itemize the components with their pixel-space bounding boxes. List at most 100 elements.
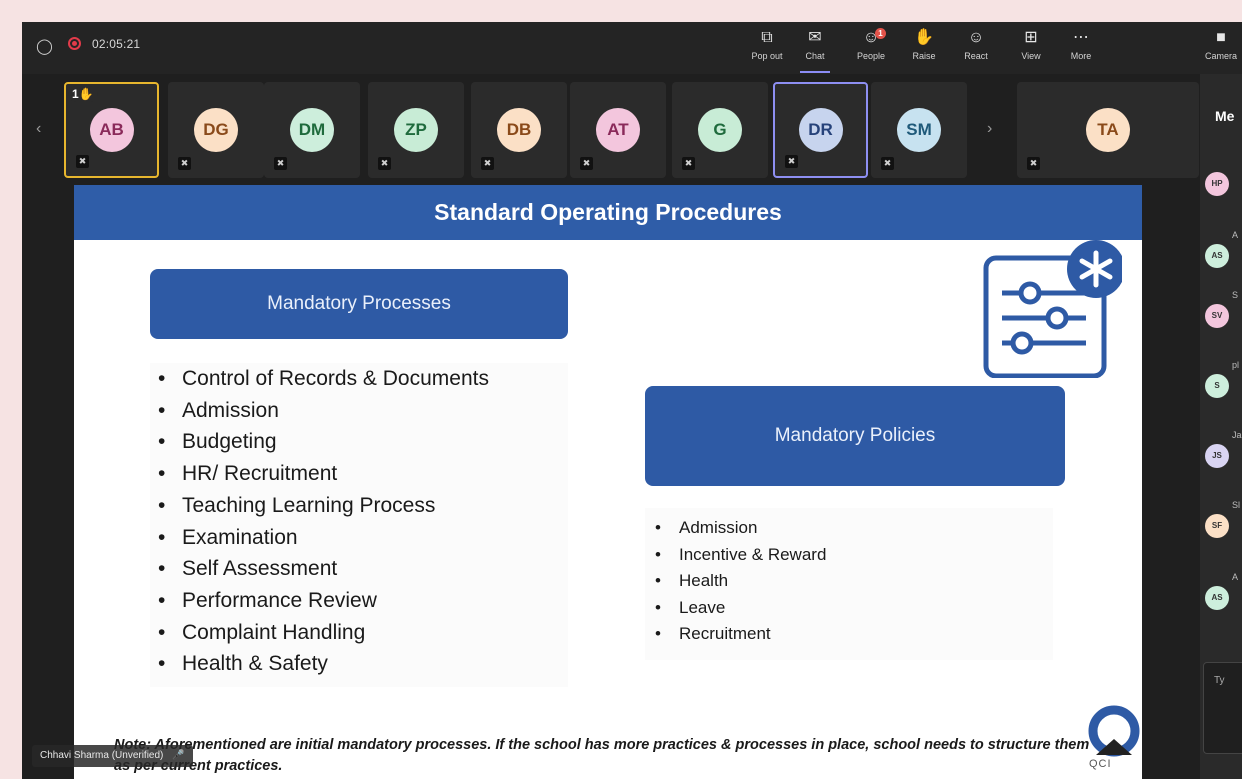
chat-icon: ✉: [808, 29, 822, 46]
raised-hand-indicator: 1✋: [68, 86, 98, 102]
list-item: Health & Safety: [150, 648, 568, 680]
slide-title: Standard Operating Procedures: [74, 185, 1142, 240]
side-panel-title: Me: [1215, 108, 1235, 124]
participant-tile[interactable]: ZP ✖: [368, 82, 464, 178]
people-label: People: [856, 51, 886, 61]
side-panel-name: Ja: [1232, 430, 1242, 440]
side-panel-name: S: [1232, 290, 1239, 300]
list-item: Self Assessment: [150, 553, 568, 585]
chevron-right-icon[interactable]: ›: [987, 120, 992, 138]
mandatory-processes-heading: Mandatory Processes: [150, 269, 568, 339]
participant-tile[interactable]: DM ✖: [264, 82, 360, 178]
list-item: Teaching Learning Process: [150, 490, 568, 522]
mic-off-icon: ✖: [274, 157, 287, 170]
recording-icon: [68, 37, 81, 50]
chat-button[interactable]: ✉ Chat: [792, 26, 838, 73]
meeting-timer: 02:05:21: [92, 37, 141, 51]
participant-tile[interactable]: SM ✖: [871, 82, 967, 178]
list-item: Recruitment: [645, 621, 1053, 648]
policies-list: AdmissionIncentive & RewardHealthLeaveRe…: [645, 508, 1053, 660]
list-item: Examination: [150, 522, 568, 554]
raise-hand-icon: ✋: [914, 29, 934, 46]
avatar: SM: [897, 108, 941, 152]
list-item: Control of Records & Documents: [150, 363, 568, 395]
side-panel-name: Sl: [1232, 500, 1241, 510]
avatar: JS: [1205, 444, 1229, 468]
raise-button[interactable]: ✋ Raise: [901, 26, 947, 70]
mic-off-icon: ✖: [178, 157, 191, 170]
avatar: ZP: [394, 108, 438, 152]
side-panel-name: pl: [1232, 360, 1240, 370]
avatar: SF: [1205, 514, 1229, 538]
participant-gallery: ‹ AB ✖ 1✋ DG ✖ DM ✖ ZP ✖ DB ✖ AT ✖ G ✖ DR ✖ SM ✖ TA ✖ ›: [22, 82, 1200, 182]
avatar: AT: [596, 108, 640, 152]
list-item: Complaint Handling: [150, 617, 568, 649]
view-label: View: [1021, 51, 1041, 61]
chat-label: Chat: [805, 51, 825, 61]
participant-tile[interactable]: DR ✖: [773, 82, 868, 178]
list-item: Leave: [645, 595, 1053, 622]
mic-off-icon: ✖: [580, 157, 593, 170]
mic-off-icon: ✖: [682, 157, 695, 170]
participant-tile[interactable]: DB ✖: [471, 82, 567, 178]
camera-button[interactable]: ■ Camera: [1198, 26, 1242, 70]
processes-list: Control of Records & DocumentsAdmissionB…: [150, 363, 568, 687]
chat-message-input[interactable]: Ty: [1203, 662, 1242, 754]
mic-off-icon: ✖: [76, 155, 89, 168]
more-label: More: [1070, 51, 1092, 61]
react-label: React: [964, 51, 988, 61]
avatar: AS: [1205, 244, 1229, 268]
participant-tile[interactable]: AT ✖: [570, 82, 666, 178]
side-panel-name: A: [1232, 572, 1239, 582]
participant-tile[interactable]: AB ✖ 1✋: [64, 82, 159, 178]
avatar: G: [698, 108, 742, 152]
avatar: AS: [1205, 586, 1229, 610]
mic-off-icon: ✖: [378, 157, 391, 170]
meeting-toolbar: ◯ 02:05:21 ⧉ Pop out ✉ Chat ☺ People 1 ✋ Raise ☺ R…: [22, 22, 1242, 74]
avatar: S: [1205, 374, 1229, 398]
mandatory-policies-heading: Mandatory Policies: [645, 386, 1065, 486]
raise-hand-icon: ✋: [78, 87, 94, 101]
popout-button[interactable]: ⧉ Pop out: [744, 26, 790, 70]
camera-off-icon: ■: [1216, 29, 1226, 46]
avatar: DM: [290, 108, 334, 152]
smiley-icon: ☺: [967, 29, 985, 46]
avatar: DG: [194, 108, 238, 152]
notification-badge: 1: [875, 28, 886, 39]
chevron-left-icon[interactable]: ‹: [36, 120, 41, 138]
qci-logo-text: QCI: [1089, 758, 1112, 770]
grid-icon: ⊞: [1024, 29, 1038, 46]
list-item: Incentive & Reward: [645, 542, 1053, 569]
view-button[interactable]: ⊞ View: [1008, 26, 1054, 70]
people-icon: ☺: [862, 29, 880, 46]
chat-side-panel: Me HP AS A SV S Spl JS Ja SF Sl AS A Ty: [1200, 74, 1242, 779]
mic-off-icon: 🎤: [172, 750, 185, 761]
react-button[interactable]: ☺ React: [953, 26, 999, 70]
list-item: Admission: [645, 515, 1053, 542]
side-panel-name: A: [1232, 230, 1239, 240]
people-button[interactable]: ☺ People 1: [848, 26, 894, 70]
mic-off-icon: ✖: [1027, 157, 1040, 170]
popout-icon: ⧉: [761, 29, 773, 46]
sop-settings-icon: [983, 240, 1122, 378]
list-item: Performance Review: [150, 585, 568, 617]
mic-off-icon: ✖: [785, 155, 798, 168]
avatar: AB: [89, 108, 134, 152]
mic-off-icon: ✖: [481, 157, 494, 170]
avatar: SV: [1205, 304, 1229, 328]
list-item: Health: [645, 568, 1053, 595]
participant-tile[interactable]: DG ✖: [168, 82, 264, 178]
list-item: Budgeting: [150, 426, 568, 458]
shield-icon: ◯: [36, 38, 53, 55]
shared-slide: Standard Operating Procedures Mandatory …: [74, 185, 1142, 779]
list-item: HR/ Recruitment: [150, 458, 568, 490]
presenter-name-tag: Chhavi Sharma (Unverified) 🎤: [32, 745, 193, 767]
avatar: DB: [497, 108, 541, 152]
more-button[interactable]: ⋯ More: [1058, 26, 1104, 70]
ellipsis-icon: ⋯: [1073, 29, 1089, 46]
camera-label: Camera: [1204, 51, 1237, 61]
popout-label: Pop out: [751, 51, 783, 61]
participant-tile[interactable]: TA ✖: [1017, 82, 1199, 178]
teams-meeting-window: ◯ 02:05:21 ⧉ Pop out ✉ Chat ☺ People 1 ✋ Raise ☺ R…: [22, 22, 1242, 779]
participant-tile[interactable]: G ✖: [672, 82, 768, 178]
